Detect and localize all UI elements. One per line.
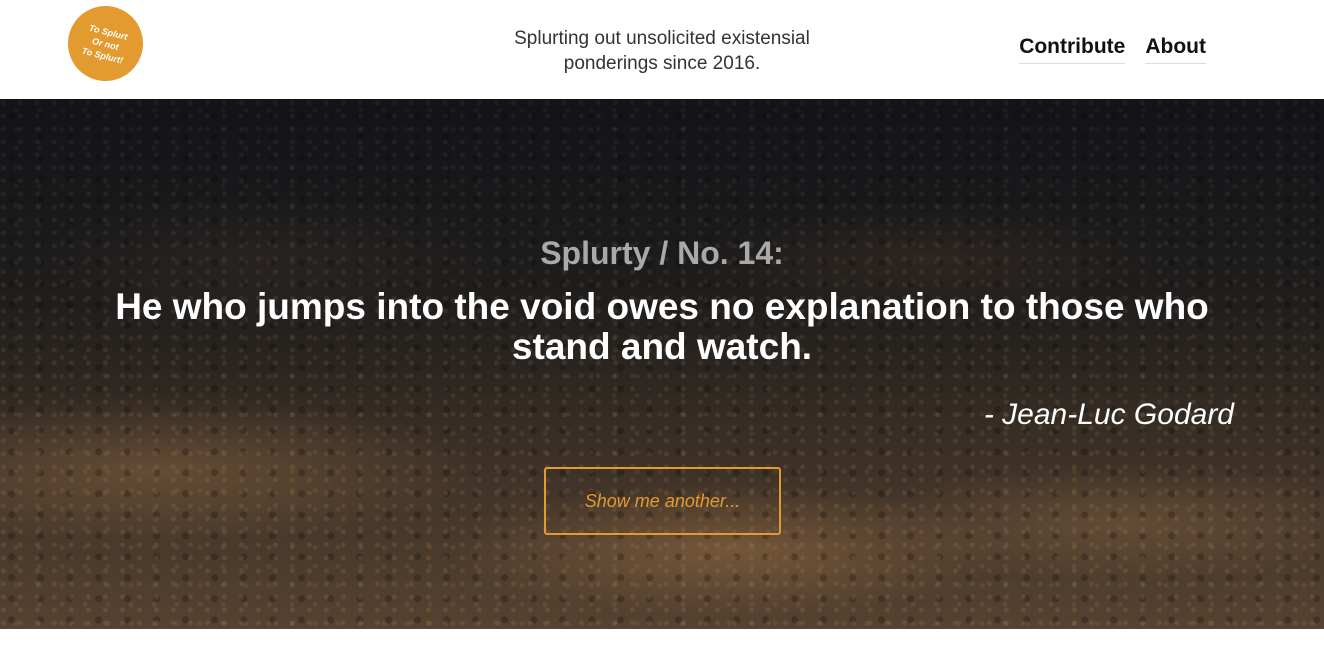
nav-link-contribute[interactable]: Contribute <box>1019 34 1126 64</box>
tagline-line-2: ponderings since 2016. <box>563 53 761 74</box>
tagline-line-1: Splurting out unsolicited existensial <box>514 28 810 49</box>
site-logo[interactable]: To Splurt Or not To Splurt! <box>60 0 151 89</box>
main-nav: Contribute About <box>1019 34 1206 64</box>
show-another-button[interactable]: Show me another... <box>544 467 781 535</box>
quote-number-heading: Splurty / No. 14: <box>540 235 784 271</box>
quote-text: He who jumps into the void owes no expla… <box>115 286 1209 367</box>
hero-section: Splurty / No. 14: He who jumps into the … <box>0 99 1324 629</box>
site-tagline: Splurting out unsolicited existensial po… <box>462 26 862 76</box>
site-header: To Splurt Or not To Splurt! Splurting ou… <box>0 0 1324 99</box>
quote-author: - Jean-Luc Godard <box>983 398 1234 431</box>
nav-link-about[interactable]: About <box>1145 34 1206 64</box>
